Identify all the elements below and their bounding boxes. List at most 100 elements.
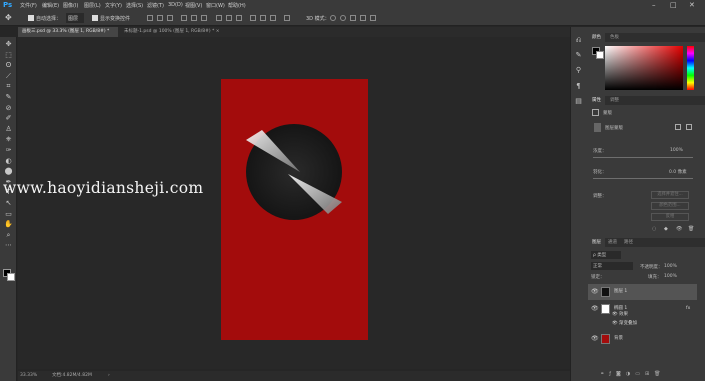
quick-select-tool-icon[interactable]: ⟋: [3, 72, 14, 81]
color-range-button[interactable]: 颜色范围...: [651, 202, 689, 210]
status-arrow-icon[interactable]: ›: [108, 371, 110, 381]
select-mask-icon[interactable]: [675, 124, 681, 130]
eye-icon[interactable]: 👁: [591, 331, 599, 347]
move-tool-icon[interactable]: ✥: [5, 13, 12, 22]
delete-layer-icon[interactable]: 🗑: [654, 371, 665, 377]
3d-pan-icon[interactable]: [350, 15, 356, 21]
align-bottom-icon[interactable]: [167, 15, 173, 21]
paragraph-icon[interactable]: ¶: [574, 82, 583, 91]
feather-slider[interactable]: [593, 178, 693, 179]
blur-tool-icon[interactable]: ⬤: [3, 167, 14, 176]
background-swatch[interactable]: [7, 273, 15, 281]
select-and-mask-button[interactable]: 选择并遮住...: [651, 191, 689, 199]
hand-tool-icon[interactable]: ✋: [3, 220, 14, 229]
show-transform-checkbox[interactable]: [92, 15, 98, 21]
link-layers-icon[interactable]: ⚭: [600, 371, 609, 377]
menu-view[interactable]: 视图(V): [185, 2, 202, 9]
zoom-level[interactable]: 33.33%: [20, 371, 37, 381]
align-top-icon[interactable]: [147, 15, 153, 21]
density-value[interactable]: 100%: [670, 148, 683, 153]
move-tool-icon[interactable]: ✥: [3, 40, 14, 49]
density-slider[interactable]: [593, 157, 693, 158]
tab-properties[interactable]: 属性: [588, 96, 605, 105]
menu-filter[interactable]: 滤镜(T): [147, 2, 164, 9]
tab-channels[interactable]: 通道: [604, 238, 621, 247]
menu-edit[interactable]: 编辑(E): [42, 2, 59, 9]
menu-image[interactable]: 图像(I): [63, 2, 78, 9]
add-style-icon[interactable]: ƒ: [609, 371, 616, 377]
delete-mask-icon[interactable]: 🗑: [688, 226, 694, 232]
menu-file[interactable]: 文件(F): [20, 2, 37, 9]
tab-document-1[interactable]: 画板三.psd @ 33.3% (图层 1, RGB/8#) * ×: [18, 27, 118, 44]
invert-button[interactable]: 反相: [651, 213, 689, 221]
history-icon[interactable]: ⎌: [574, 36, 583, 45]
history-brush-tool-icon[interactable]: ⎈: [3, 135, 14, 144]
menu-select[interactable]: 选择(S): [126, 2, 143, 9]
lasso-tool-icon[interactable]: ʘ: [3, 61, 14, 70]
visibility-mask-icon[interactable]: 👁: [676, 226, 682, 232]
menu-layer[interactable]: 图层(L): [84, 2, 101, 9]
align-hcenter-icon[interactable]: [191, 15, 197, 21]
tab-adjustments[interactable]: 调整: [606, 96, 623, 105]
align-right-icon[interactable]: [201, 15, 207, 21]
layer-row-background[interactable]: 👁 背景: [588, 331, 697, 347]
blend-mode-dropdown[interactable]: 正常: [591, 262, 633, 270]
add-mask-icon[interactable]: ◙: [616, 371, 626, 377]
3d-slide-icon[interactable]: [360, 15, 366, 21]
tab-close-icon[interactable]: ×: [216, 29, 220, 34]
auto-select-checkbox[interactable]: [28, 15, 34, 21]
auto-align-icon[interactable]: [284, 15, 290, 21]
restore-button[interactable]: □: [670, 1, 677, 9]
gradient-overlay-eye-icon[interactable]: 👁: [612, 319, 618, 329]
menu-help[interactable]: 帮助(H): [228, 2, 246, 9]
gradient-overlay-row[interactable]: 👁 渐变叠加: [588, 319, 697, 329]
layer-filter-kind[interactable]: ρ 类型: [591, 251, 621, 259]
crop-tool-icon[interactable]: ⌗: [3, 82, 14, 91]
group-icon[interactable]: ▭: [635, 371, 645, 377]
shape-tool-icon[interactable]: ▭: [3, 210, 14, 219]
3d-orbit-icon[interactable]: [330, 15, 336, 21]
tab-document-2[interactable]: 未标题-1.psd @ 100% (图层 1, RGB/8#) * ×: [120, 27, 232, 37]
menu-3d[interactable]: 3D(D): [168, 2, 183, 8]
more-tool-icon[interactable]: ⋯: [3, 241, 14, 250]
menu-window[interactable]: 窗口(W): [206, 2, 225, 9]
tab-paths[interactable]: 路径: [620, 238, 637, 247]
tab-swatches[interactable]: 色板: [606, 33, 623, 42]
layer-row-1[interactable]: 👁 图层 1: [588, 284, 697, 300]
hue-slider[interactable]: [687, 46, 694, 90]
character-icon[interactable]: ⚲: [574, 66, 583, 75]
color-background-swatch[interactable]: [596, 51, 604, 59]
adjustment-layer-icon[interactable]: ◑: [626, 371, 635, 377]
color-picker-field[interactable]: [605, 46, 683, 90]
align-left-icon[interactable]: [181, 15, 187, 21]
distribute-vcenter-icon[interactable]: [226, 15, 232, 21]
align-vcenter-icon[interactable]: [157, 15, 163, 21]
apply-mask-icon[interactable]: ◆: [664, 226, 668, 232]
distribute-left-icon[interactable]: [250, 15, 256, 21]
eye-icon[interactable]: 👁: [591, 284, 599, 300]
adjustments-icon[interactable]: ▤: [574, 97, 583, 106]
distribute-bottom-icon[interactable]: [236, 15, 242, 21]
load-selection-icon[interactable]: ◌: [652, 226, 656, 232]
feather-value[interactable]: 0.0 像素: [669, 169, 687, 175]
auto-select-dropdown[interactable]: 图层: [66, 13, 84, 23]
distribute-right-icon[interactable]: [270, 15, 276, 21]
brush-tool-icon[interactable]: ✐: [3, 114, 14, 123]
zoom-tool-icon[interactable]: ⌕: [3, 231, 14, 240]
clone-stamp-tool-icon[interactable]: ♙: [3, 125, 14, 134]
fill-value[interactable]: 100%: [664, 274, 677, 279]
vector-mask-icon[interactable]: [686, 124, 692, 130]
path-select-tool-icon[interactable]: ↖: [3, 199, 14, 208]
distribute-top-icon[interactable]: [216, 15, 222, 21]
3d-scale-icon[interactable]: [370, 15, 376, 21]
marquee-tool-icon[interactable]: ⬚: [3, 51, 14, 60]
menu-type[interactable]: 文字(Y): [105, 2, 122, 9]
gradient-tool-icon[interactable]: ◐: [3, 157, 14, 166]
close-window-button[interactable]: ✕: [689, 1, 695, 9]
tab-layers[interactable]: 图层: [588, 238, 605, 247]
minimize-button[interactable]: –: [652, 1, 656, 9]
opacity-value[interactable]: 100%: [664, 264, 677, 269]
spot-heal-tool-icon[interactable]: ⊘: [3, 104, 14, 113]
new-layer-icon[interactable]: ⊞: [645, 371, 654, 377]
distribute-hcenter-icon[interactable]: [260, 15, 266, 21]
